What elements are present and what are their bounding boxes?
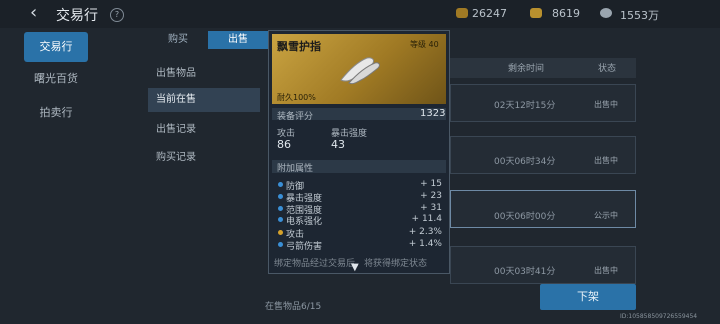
item-name: 飘雪护指 — [277, 40, 321, 53]
submenu-on-sale[interactable]: 当前在售 — [148, 88, 260, 112]
row-status: 出售中 — [594, 156, 618, 165]
row-time: 00天06时34分 — [494, 157, 556, 167]
blue-dot-icon — [278, 206, 283, 211]
currency-1-value: 26247 — [472, 7, 507, 20]
submenu-buy-history[interactable]: 购买记录 — [148, 146, 260, 170]
attr-row: 暴击强度 + 23 — [278, 191, 442, 204]
blue-dot-icon — [278, 194, 283, 199]
attr-header: 附加属性 — [277, 164, 314, 174]
row-time: 00天06时00分 — [494, 212, 556, 222]
nav-auction[interactable]: 拍卖行 — [24, 98, 88, 128]
currency-3-value: 1553万 — [620, 9, 659, 22]
item-durability: 耐久100% — [277, 93, 316, 102]
score-label: 装备评分 — [277, 112, 314, 122]
attr-row: 电系强化 + 11.4 — [278, 214, 442, 227]
stat-value: 43 — [331, 138, 345, 151]
back-arrow-icon[interactable]: ‹ — [30, 4, 46, 22]
stat-value: 86 — [277, 138, 291, 151]
attr-row: 弓箭伤害 + 1.4% — [278, 239, 442, 252]
submenu-sell-history[interactable]: 出售记录 — [148, 118, 260, 142]
chevron-down-icon[interactable]: ▼ — [351, 262, 363, 273]
row-time: 00天03时41分 — [494, 267, 556, 277]
attr-row: 范围强度 + 31 — [278, 203, 442, 216]
page-title: 交易行 — [56, 8, 98, 24]
column-remaining-time: 剩余时间 — [508, 64, 545, 74]
blue-dot-icon — [278, 242, 283, 247]
glove-icon — [340, 57, 380, 85]
gold-dot-icon — [278, 230, 283, 235]
nav-dawn-store[interactable]: 曙光百货 — [24, 64, 88, 94]
tab-buy[interactable]: 购买 — [148, 31, 208, 49]
delist-button[interactable]: 下架 — [540, 284, 636, 310]
help-icon[interactable]: ? — [110, 8, 124, 22]
gold-shield-icon — [456, 8, 468, 18]
coin-pile-icon — [530, 8, 542, 18]
column-status: 状态 — [598, 64, 617, 74]
submenu-sell-items[interactable]: 出售物品 — [148, 62, 260, 86]
row-status: 出售中 — [594, 100, 618, 109]
user-id: ID:105858509726559454 — [620, 313, 698, 320]
item-level: 等级 40 — [410, 40, 439, 49]
tab-sell[interactable]: 出售 — [208, 31, 268, 49]
nav-trading-house[interactable]: 交易行 — [24, 32, 88, 62]
row-status: 出售中 — [594, 266, 618, 275]
score-value: 1323 — [420, 108, 446, 119]
row-time: 02天12时15分 — [494, 101, 556, 111]
attr-row: 攻击 + 2.3% — [278, 227, 442, 240]
currency-2-value: 8619 — [552, 7, 580, 20]
blue-dot-icon — [278, 217, 283, 222]
top-bar — [0, 0, 720, 28]
blue-dot-icon — [278, 182, 283, 187]
attr-row: 防御 + 15 — [278, 179, 442, 192]
row-status: 公示中 — [594, 211, 618, 220]
silver-coin-icon — [600, 8, 612, 18]
on-sale-count: 在售物品6/15 — [265, 302, 322, 312]
